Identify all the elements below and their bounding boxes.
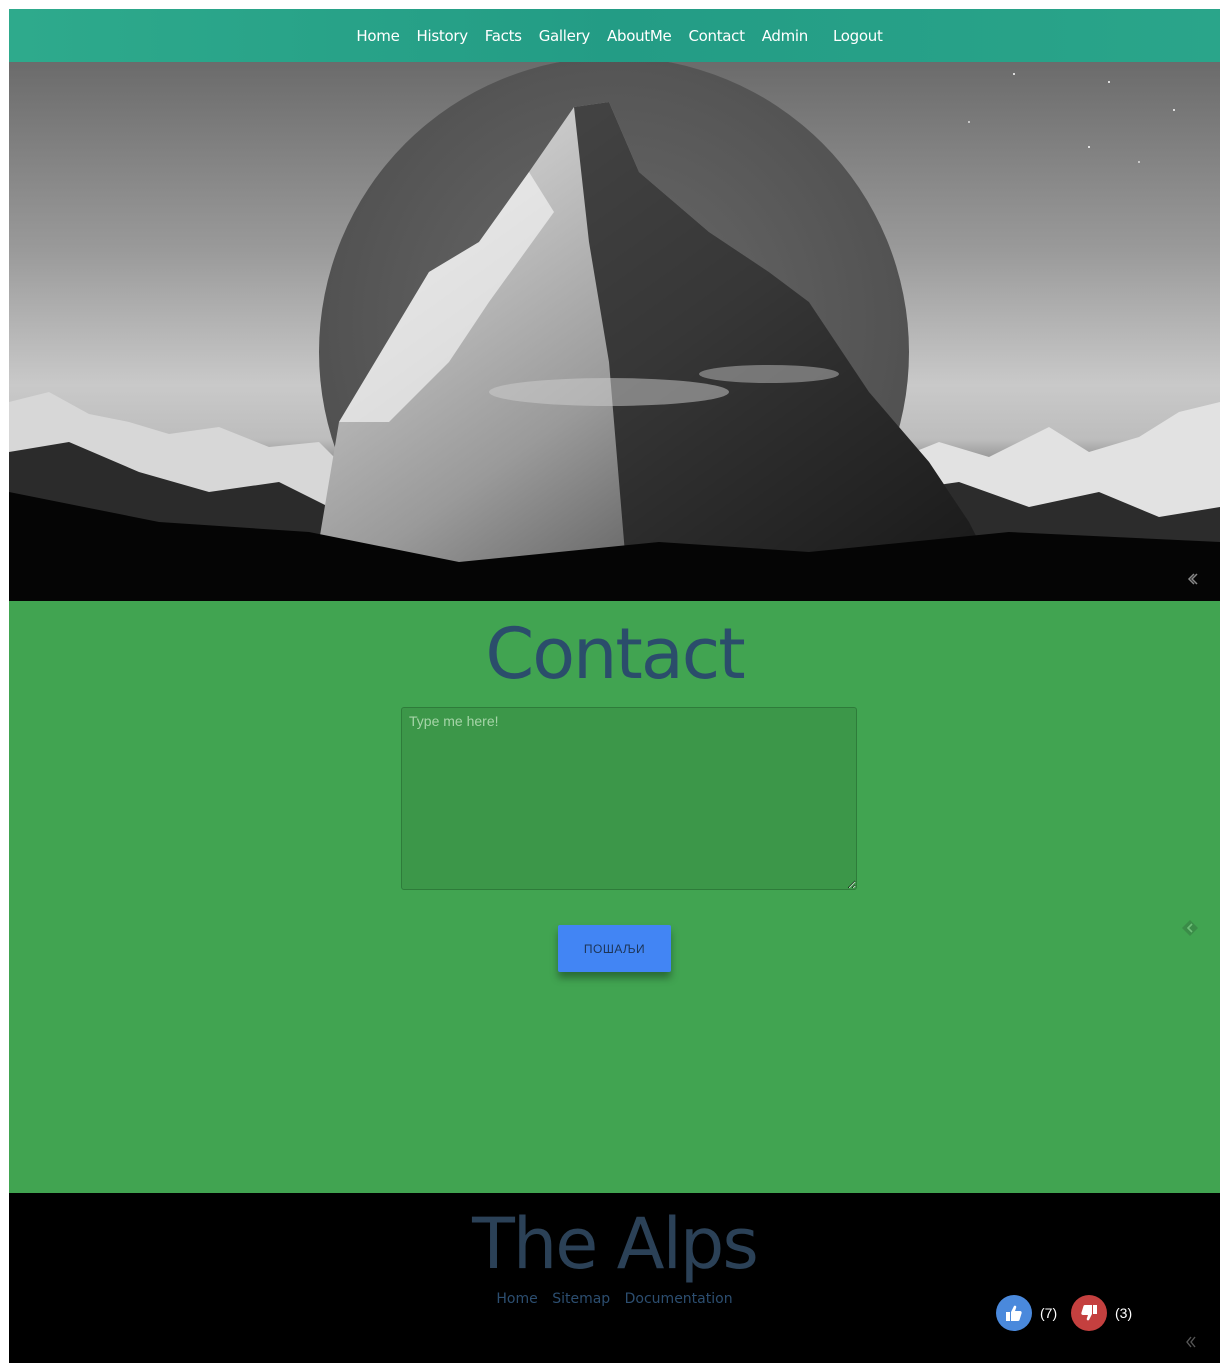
thumbs-down-icon [1081, 1305, 1097, 1321]
dislike-widget: (3) [1071, 1295, 1132, 1331]
page-frame: Home History Facts Gallery AboutMe Conta… [9, 9, 1220, 1363]
footer-link-documentation[interactable]: Documentation [625, 1291, 733, 1307]
footer: The Alps Home Sitemap Documentation (7) [9, 1193, 1220, 1363]
like-count: (7) [1040, 1305, 1058, 1321]
contact-section: Contact ПОШАЉИ [9, 601, 1220, 1193]
nav-item-home[interactable]: Home [348, 27, 408, 45]
footer-link-sitemap[interactable]: Sitemap [552, 1291, 610, 1307]
top-navbar: Home History Facts Gallery AboutMe Conta… [9, 9, 1220, 62]
send-button[interactable]: ПОШАЉИ [558, 925, 671, 972]
nav-item-contact[interactable]: Contact [680, 27, 753, 45]
thumbs-up-icon [1006, 1305, 1022, 1321]
nav-item-admin[interactable]: Admin [753, 27, 816, 45]
like-button[interactable] [996, 1295, 1032, 1331]
footer-chevron-left-icon [1186, 1336, 1196, 1348]
side-chevron-left-icon[interactable] [1181, 919, 1199, 937]
nav-item-aboutme[interactable]: AboutMe [599, 27, 680, 45]
nav-item-gallery[interactable]: Gallery [530, 27, 598, 45]
nav-item-history[interactable]: History [408, 27, 476, 45]
footer-link-home[interactable]: Home [496, 1291, 537, 1307]
message-input[interactable] [401, 707, 857, 890]
contact-title: Contact [485, 613, 745, 695]
dislike-button[interactable] [1071, 1295, 1107, 1331]
like-widget: (7) [996, 1295, 1057, 1331]
nav-item-logout[interactable]: Logout [825, 27, 892, 45]
dislike-count: (3) [1115, 1305, 1133, 1321]
nav-item-facts[interactable]: Facts [476, 27, 530, 45]
hero-chevron-left-icon [1187, 573, 1198, 585]
mountain-hero-image [9, 62, 1220, 601]
footer-title: The Alps [472, 1203, 759, 1285]
hero-banner [9, 62, 1220, 601]
nav-list: Home History Facts Gallery AboutMe Conta… [348, 27, 891, 45]
